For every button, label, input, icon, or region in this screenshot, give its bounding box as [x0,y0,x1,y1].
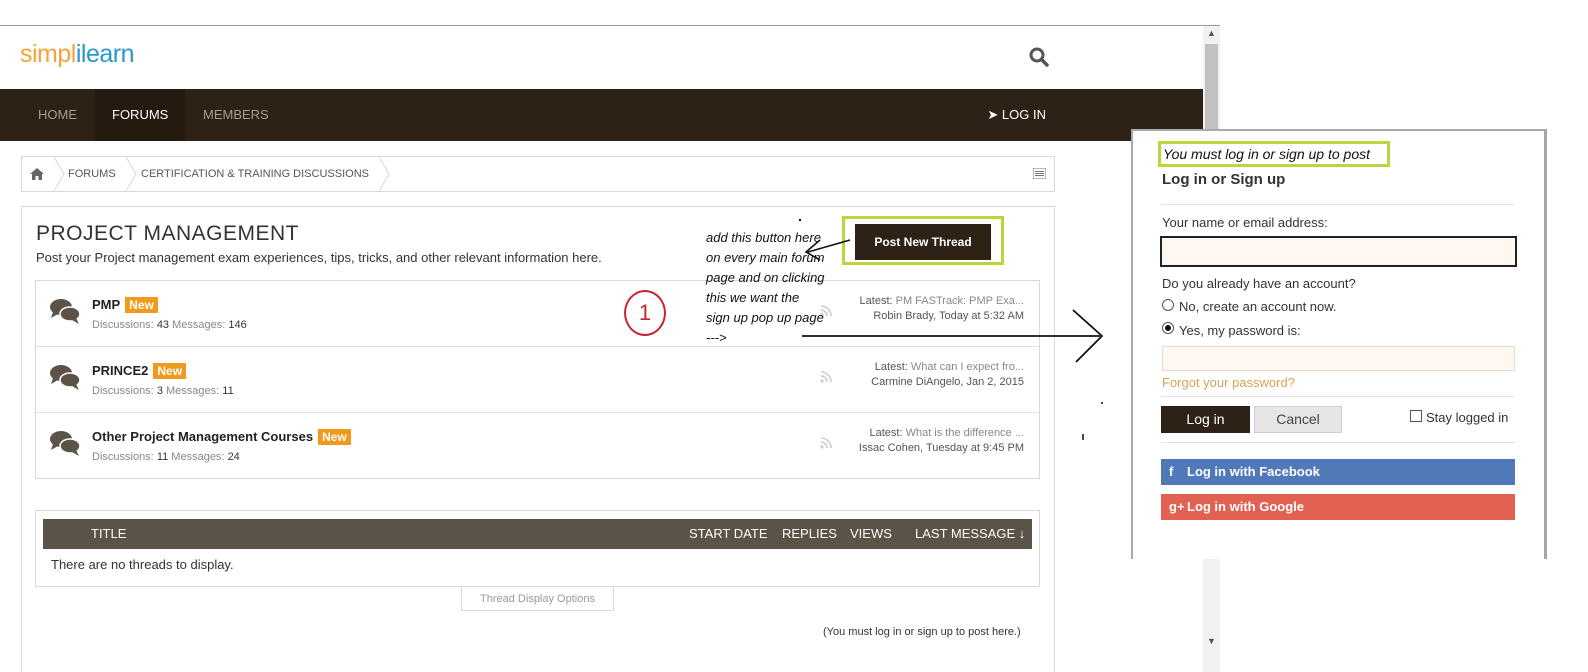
home-icon[interactable] [30,168,44,180]
column-last-message[interactable]: LAST MESSAGE ↓ [915,519,1025,549]
radio-create-account[interactable] [1162,299,1174,311]
cancel-button[interactable]: Cancel [1254,406,1342,433]
popup-divider [1161,396,1515,397]
breadcrumb: FORUMS CERTIFICATION & TRAINING DISCUSSI… [21,156,1055,192]
forum-row[interactable]: Other Project Management Courses New Disc… [36,413,1039,479]
forum-stats: Discussions: 43 Messages: 146 [92,319,247,331]
breadcrumb-separator-icon [125,157,137,191]
latest-post[interactable]: Latest: What is the difference ... Issac … [859,426,1024,456]
nav-forums[interactable]: FORUMS [95,89,186,141]
forum-title[interactable]: Other Project Management Courses New [92,429,351,445]
no-threads-message: There are no threads to display. [51,557,234,572]
google-plus-icon: g+ [1169,499,1185,514]
page-description: Post your Project management exam experi… [36,250,602,265]
forum-stats: Discussions: 11 Messages: 24 [92,451,240,463]
nav-login-link[interactable]: ➤ LOG IN [987,89,1046,141]
latest-post[interactable]: Latest: PM FASTrack: PMP Exa... Robin Bra… [860,294,1024,324]
nav-members[interactable]: MEMBERS [186,89,286,141]
annotation-step-number: 1 [624,290,666,336]
login-button[interactable]: Log in [1161,406,1250,433]
facebook-login-button[interactable]: f Log in with Facebook [1161,459,1515,485]
popup-divider [1161,204,1515,205]
forum-title[interactable]: PMP New [92,297,158,313]
facebook-icon: f [1169,464,1174,479]
column-views[interactable]: VIEWS [850,519,892,549]
post-new-thread-button[interactable]: Post New Thread [855,224,991,260]
discussion-bubbles-icon [50,431,81,456]
forum-row[interactable]: PRINCE2 New Discussions: 3 Messages: 11 L… [36,347,1039,413]
google-login-button[interactable]: g+ Log in with Google [1161,494,1515,520]
discussion-bubbles-icon [50,365,81,390]
column-start-date[interactable]: START DATE [689,519,768,549]
discussion-bubbles-icon [50,299,81,324]
stay-logged-in-checkbox[interactable] [1410,410,1422,422]
simplilearn-logo[interactable]: simplilearn [20,40,135,69]
new-badge: New [125,297,158,313]
breadcrumb-separator-icon [378,157,390,191]
login-icon: ➤ [987,107,999,122]
thread-display-options-button[interactable]: Thread Display Options [461,587,614,611]
column-title[interactable]: TITLE [91,519,126,549]
annotation-note: add this button here on every main forum… [706,230,825,345]
password-input[interactable] [1162,346,1515,371]
forum-title[interactable]: PRINCE2 New [92,363,187,379]
new-badge: New [153,363,187,379]
breadcrumb-forums[interactable]: FORUMS [68,157,116,191]
popup-annotation-note: You must log in or sign up to post [1158,141,1390,167]
new-badge: New [318,429,351,445]
popup-divider [1161,442,1515,443]
nav-home[interactable]: HOME [21,89,94,141]
name-email-input[interactable] [1160,236,1517,267]
latest-post[interactable]: Latest: What can I expect fro... Carmine … [871,360,1024,390]
account-question: Do you already have an account? [1162,276,1356,291]
radio-has-password[interactable] [1162,322,1174,334]
radio-create-account-label[interactable]: No, create an account now. [1179,299,1337,314]
must-login-notice: (You must log in or sign up to post here… [823,626,1021,638]
column-replies[interactable]: REPLIES [782,519,837,549]
rss-icon[interactable] [820,437,832,449]
scroll-up-arrow-icon[interactable]: ▲ [1203,28,1220,42]
forum-row[interactable]: PMP New Discussions: 43 Messages: 146 Lat… [36,281,1039,347]
forum-list: PMP New Discussions: 43 Messages: 146 Lat… [35,280,1040,479]
name-field-label: Your name or email address: [1162,215,1328,230]
popup-title: Log in or Sign up [1162,171,1286,188]
thread-table-header: TITLE START DATE REPLIES VIEWS LAST MESS… [43,519,1032,549]
forum-stats: Discussions: 3 Messages: 11 [92,385,234,397]
breadcrumb-certification[interactable]: CERTIFICATION & TRAINING DISCUSSIONS [141,157,369,191]
search-icon[interactable] [1028,46,1050,68]
radio-has-password-label[interactable]: Yes, my password is: [1179,323,1301,338]
stay-logged-in-label[interactable]: Stay logged in [1426,410,1508,425]
page-title: PROJECT MANAGEMENT [36,222,299,245]
window-top-border [0,25,1220,26]
main-navbar: HOME FORUMS MEMBERS ➤ LOG IN [0,89,1203,141]
rss-icon[interactable] [820,371,832,383]
menu-list-icon[interactable] [1033,168,1046,179]
forgot-password-link[interactable]: Forgot your password? [1162,375,1295,390]
scroll-down-arrow-icon[interactable]: ▼ [1203,636,1220,650]
breadcrumb-separator-icon [53,157,65,191]
